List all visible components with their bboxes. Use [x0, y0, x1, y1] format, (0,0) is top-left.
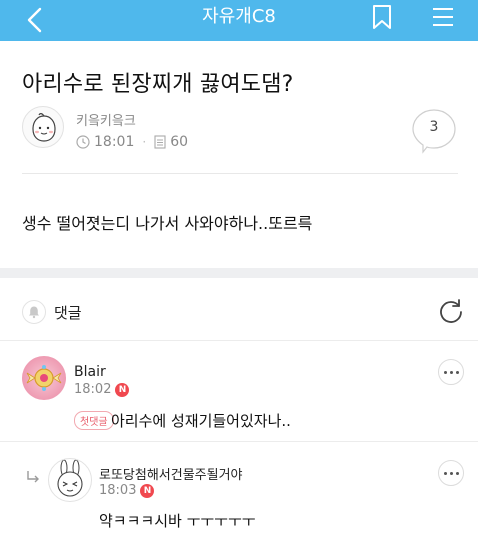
divider	[0, 340, 478, 341]
refresh-icon[interactable]	[438, 298, 464, 324]
reply-text: 약ㅋㅋㅋ시바 ㅜㅜㅜㅜㅜ	[99, 512, 256, 530]
comment-time-value: 18:02	[74, 382, 112, 397]
bookmark-icon[interactable]	[370, 4, 394, 30]
divider	[22, 173, 458, 174]
section-divider	[0, 268, 478, 278]
meta-separator: ·	[142, 135, 147, 149]
new-badge: N	[115, 382, 130, 397]
divider	[0, 441, 478, 442]
clock-icon	[76, 135, 90, 149]
comment-time: 18:02 N	[74, 382, 130, 397]
reply-time-value: 18:03	[99, 483, 137, 498]
reply-avatar[interactable]	[48, 458, 92, 502]
first-comment-badge: 첫댓글	[74, 411, 114, 430]
comment-text: 아리수에 성재기들어있자나..	[111, 412, 291, 430]
author-avatar[interactable]	[22, 106, 64, 148]
comment-author[interactable]: Blair	[74, 364, 106, 380]
new-badge: N	[140, 483, 155, 498]
reply-arrow-icon	[27, 471, 39, 483]
comment-avatar[interactable]	[22, 356, 66, 400]
bell-icon[interactable]	[22, 300, 46, 324]
comments-header: 댓글	[22, 298, 82, 326]
document-icon	[154, 135, 166, 149]
board-title: 자유개C8	[202, 6, 276, 27]
rabbit-character-icon	[57, 459, 83, 497]
reply-time: 18:03 N	[99, 483, 155, 498]
comment-more-button[interactable]	[438, 359, 464, 385]
peach-character-icon	[32, 113, 56, 142]
post-time: 18:01	[94, 134, 135, 150]
post-views: 60	[170, 134, 189, 150]
author-name[interactable]: 키읔키읔크	[76, 110, 136, 129]
comment-count: 3	[429, 119, 439, 135]
top-bar: 자유개C8	[0, 0, 478, 41]
comments-label: 댓글	[54, 303, 82, 322]
reply-author[interactable]: 로또당첨해서건물주될거야	[99, 464, 243, 483]
post-body: 생수 떨어졋는디 나가서 사와야하나..또르륵	[22, 214, 313, 233]
comment-count-button[interactable]: 3	[412, 108, 458, 154]
hamburger-menu-icon[interactable]	[431, 6, 455, 28]
post-meta: 18:01 · 60	[76, 134, 188, 150]
reply-more-button[interactable]	[438, 460, 464, 486]
brooch-icon	[26, 365, 62, 391]
post-title: 아리수로 된장찌개 끓여도댐?	[22, 72, 294, 97]
